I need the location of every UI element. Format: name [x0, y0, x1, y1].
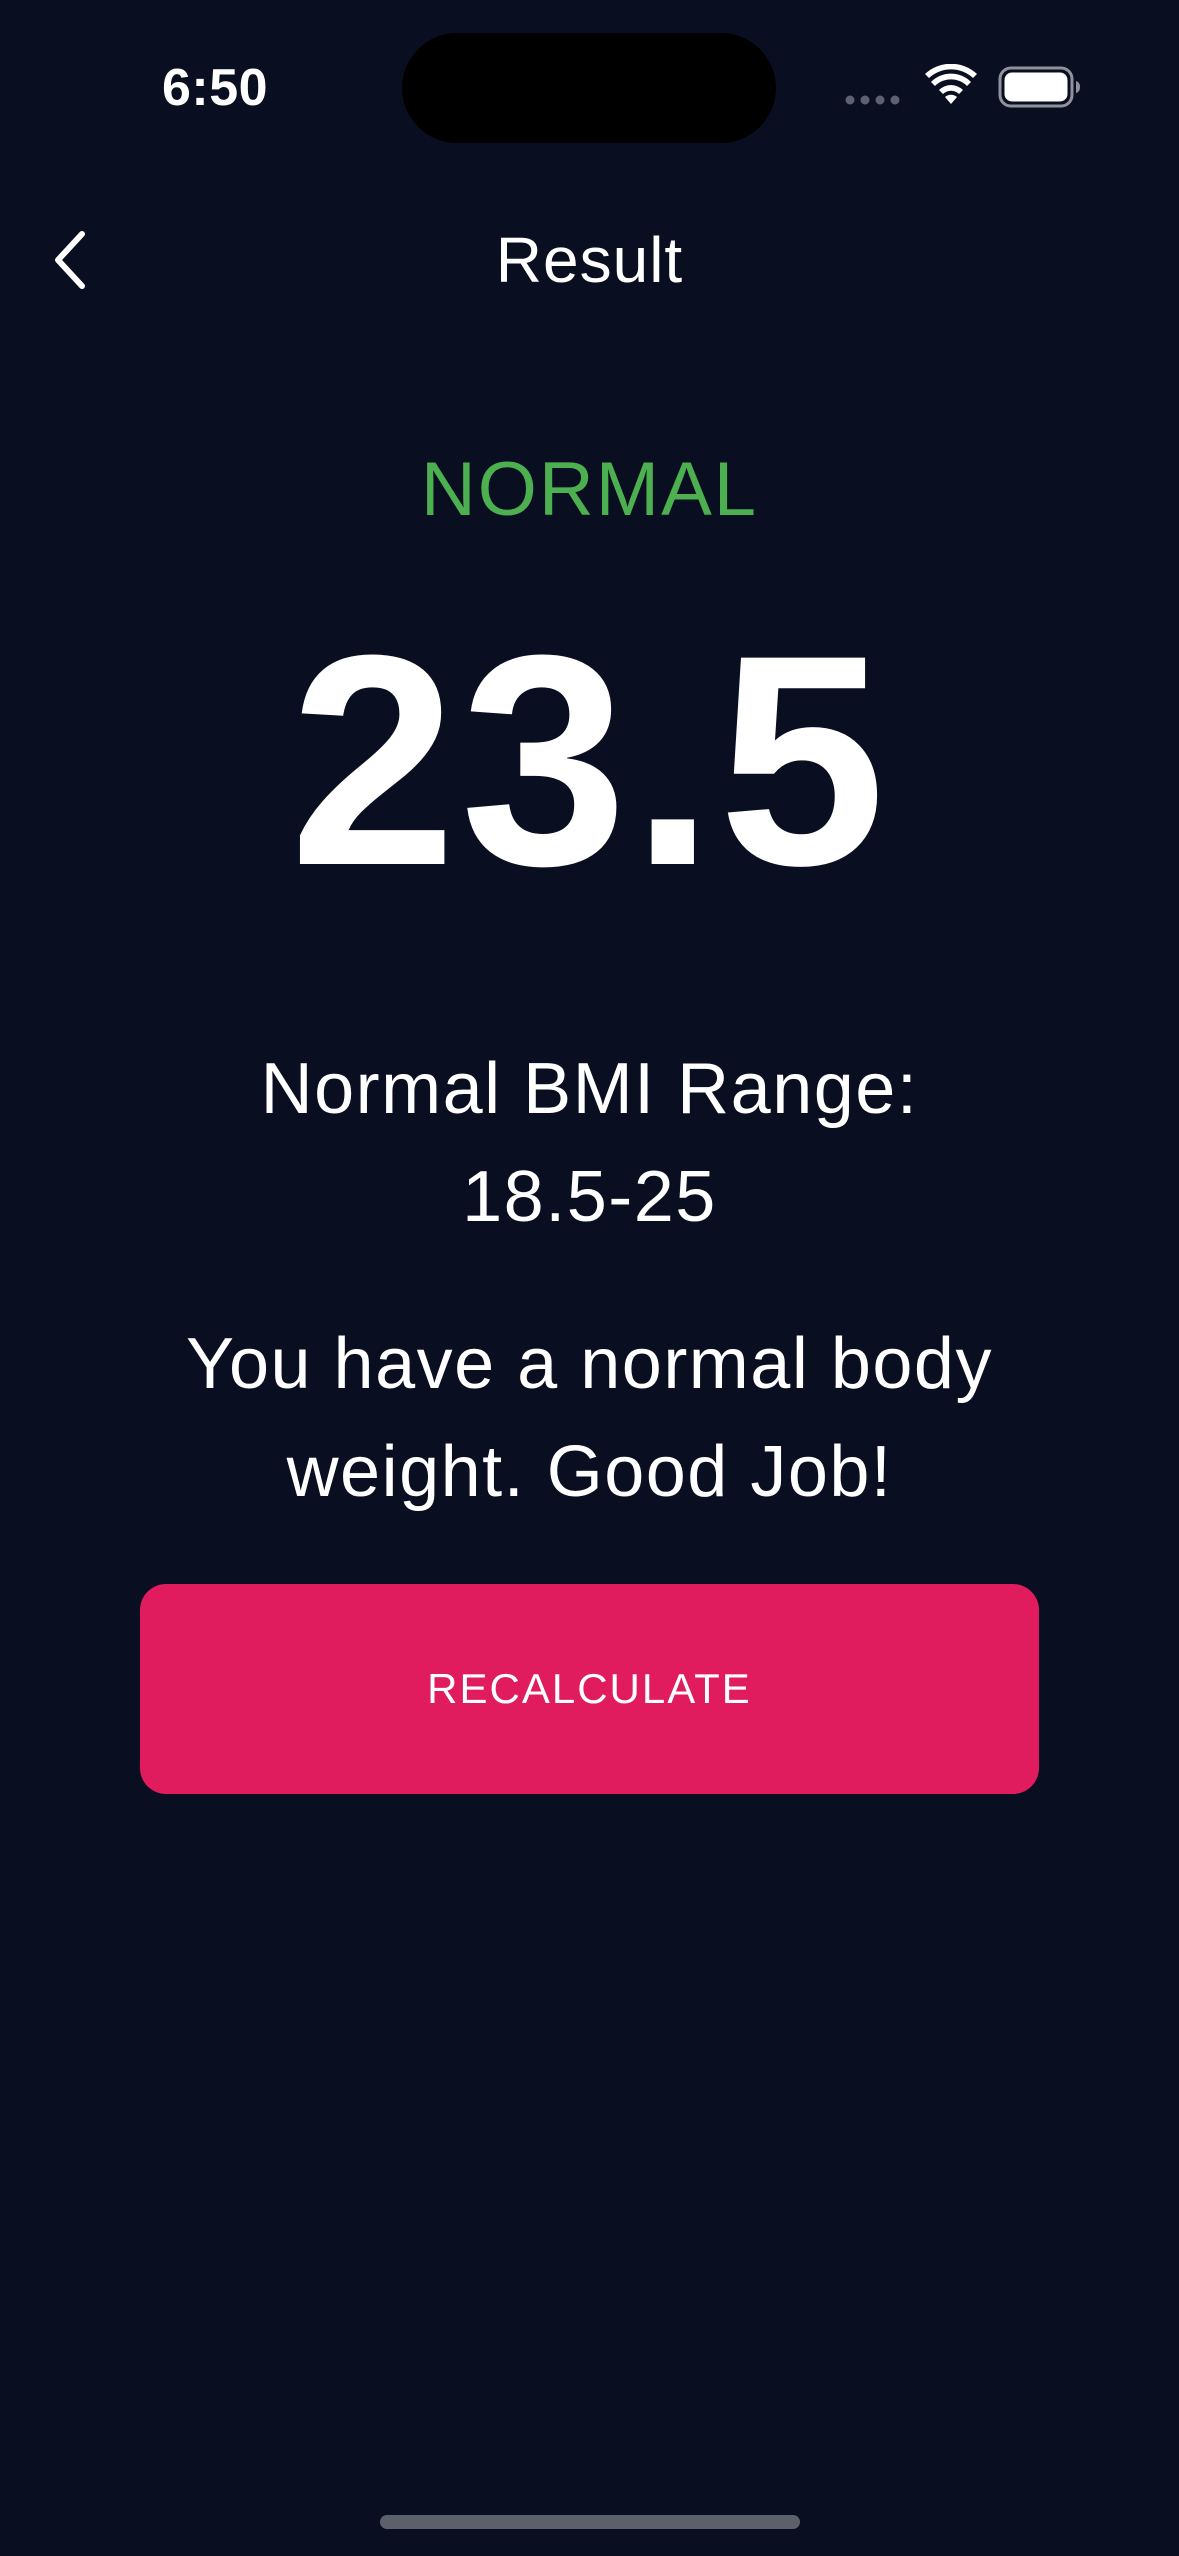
- recalculate-button[interactable]: RECALCULATE: [140, 1584, 1039, 1794]
- bmi-category-label: NORMAL: [420, 447, 759, 532]
- cellular-dots-icon: [845, 95, 900, 105]
- bmi-value: 23.5: [289, 592, 890, 928]
- battery-icon: [998, 66, 1080, 108]
- wifi-icon: [925, 64, 977, 104]
- home-indicator[interactable]: [380, 2515, 800, 2529]
- range-label: Normal BMI Range:: [260, 1049, 919, 1129]
- normal-range-text: Normal BMI Range: 18.5-25: [150, 1035, 1029, 1251]
- page-title: Result: [495, 224, 684, 296]
- dynamic-island: [402, 33, 776, 143]
- status-bar-time: 6:50: [161, 59, 269, 117]
- result-message: You have a normal body weight. Good Job!: [186, 1324, 993, 1512]
- range-value: 18.5-25: [462, 1157, 717, 1237]
